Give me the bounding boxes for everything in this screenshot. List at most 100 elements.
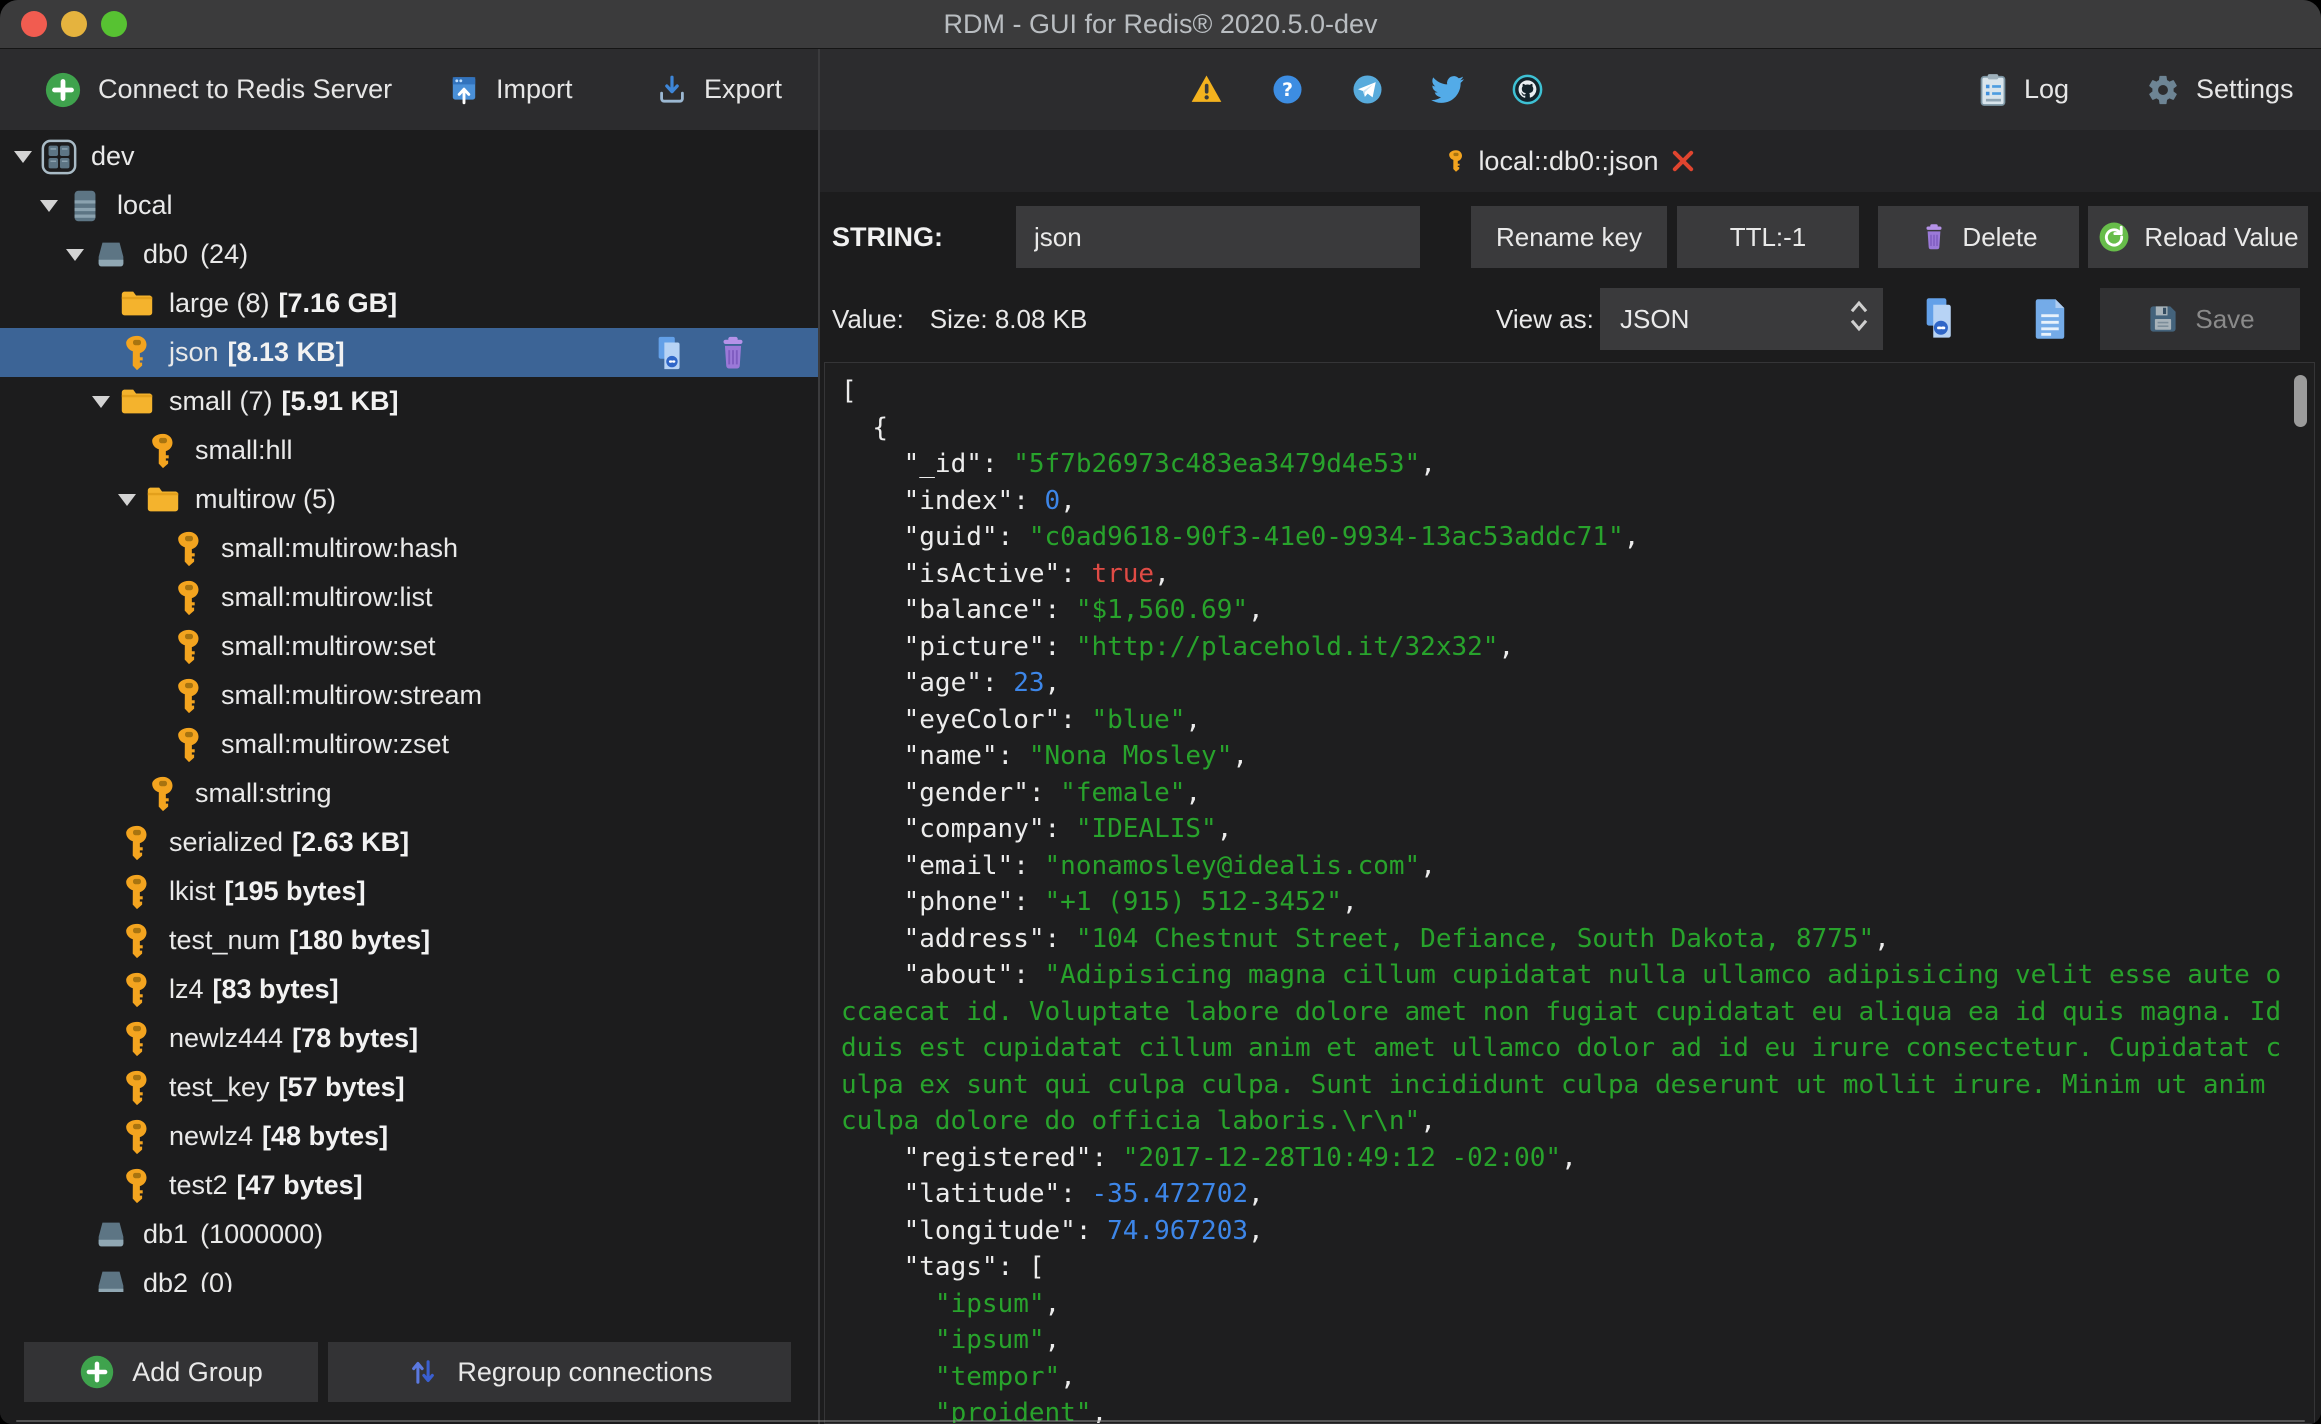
export-button[interactable]: Export	[656, 49, 782, 130]
connect-to-redis-server-button[interactable]: Connect to Redis Server	[44, 49, 392, 130]
tree-size: [47 bytes]	[236, 1170, 363, 1200]
tree-row-small-7-[interactable]: small (7) [5.91 KB]	[0, 377, 818, 426]
tree-row-small-string[interactable]: small:string	[0, 769, 818, 818]
json-line: "isActive": true,	[841, 558, 1170, 589]
save-button[interactable]: Save	[2100, 288, 2300, 350]
tree-label: db2	[143, 1268, 189, 1292]
twitter-icon[interactable]	[1431, 73, 1464, 106]
tree-row-json[interactable]: json [8.13 KB]	[0, 328, 818, 377]
reload-value-button[interactable]: Reload Value	[2088, 206, 2308, 268]
log-button[interactable]: Log	[1978, 49, 2069, 130]
add-group-button[interactable]: Add Group	[24, 1342, 318, 1402]
size-label: Size: 8.08 KB	[929, 303, 1088, 334]
scrollbar-thumb[interactable]	[2294, 375, 2307, 427]
zoom-window-button[interactable]	[101, 11, 127, 37]
delete-key-button[interactable]: Delete	[1878, 206, 2079, 268]
regroup-connections-button[interactable]: Regroup connections	[328, 1342, 791, 1402]
database-icon	[92, 1215, 130, 1255]
sidebar: dev local db0 (24) large (8) [7.16 GB] json [8.…	[0, 130, 818, 1424]
tree-row-small-hll[interactable]: small:hll	[0, 426, 818, 475]
tree-label: newlz444	[169, 1023, 284, 1053]
import-button[interactable]: Import	[448, 49, 573, 130]
tree-row-lz4[interactable]: lz4 [83 bytes]	[0, 965, 818, 1014]
expander-arrow-icon[interactable]	[92, 395, 118, 408]
help-icon[interactable]: ?	[1271, 73, 1304, 106]
tree-row-test-num[interactable]: test_num [180 bytes]	[0, 916, 818, 965]
warning-icon[interactable]	[1190, 73, 1223, 106]
expander-arrow-icon[interactable]	[40, 199, 66, 212]
tree-row-test2[interactable]: test2 [47 bytes]	[0, 1161, 818, 1210]
json-line: "guid": "c0ad9618-90f3-41e0-9934-13ac53a…	[841, 522, 1640, 552]
minimize-window-button[interactable]	[61, 11, 87, 37]
copy-key-icon[interactable]	[652, 334, 690, 372]
tree-row-db1[interactable]: db1 (1000000)	[0, 1210, 818, 1259]
title-bar: RDM - GUI for Redis® 2020.5.0-dev	[0, 0, 2321, 49]
tree-label: newlz4	[169, 1121, 254, 1151]
tree-row-local[interactable]: local	[0, 181, 818, 230]
tree-row-newlz444[interactable]: newlz444 [78 bytes]	[0, 1014, 818, 1063]
view-as-select[interactable]: JSON	[1600, 288, 1883, 350]
sort-arrows-icon	[406, 1355, 440, 1389]
key-icon	[118, 921, 156, 961]
view-as-value: JSON	[1620, 303, 1690, 334]
tree-label: db0	[143, 239, 189, 269]
expander-arrow-icon[interactable]	[14, 150, 40, 163]
tree-row-db0[interactable]: db0 (24)	[0, 230, 818, 279]
tree-row-dev[interactable]: dev	[0, 132, 818, 181]
open-value-in-editor-icon[interactable]	[1920, 296, 1964, 342]
key-name-input[interactable]	[1016, 206, 1420, 268]
svg-text:?: ?	[1282, 79, 1293, 101]
tree-count: (1000000)	[200, 1219, 324, 1249]
json-line: "company": "IDEALIS",	[841, 814, 1233, 844]
ttl-button[interactable]: TTL:-1	[1677, 206, 1859, 268]
tree-size: [8.13 KB]	[227, 337, 345, 367]
tree-row-large-8-[interactable]: large (8) [7.16 GB]	[0, 279, 818, 328]
json-line: "picture": "http://placehold.it/32x32",	[841, 631, 1515, 662]
trash-icon[interactable]	[714, 334, 752, 372]
tree-label: serialized	[169, 827, 284, 857]
github-icon[interactable]	[1511, 73, 1544, 106]
folder-icon	[144, 480, 182, 520]
json-line: "tags": [	[841, 1252, 1045, 1282]
json-line: "longitude": 74.967203,	[841, 1215, 1264, 1246]
json-content: [ { "_id": "5f7b26973c483ea3479d4e53", "…	[825, 363, 2314, 1423]
tree-label: large (8)	[169, 288, 270, 318]
tree-row-small-multirow-list[interactable]: small:multirow:list	[0, 573, 818, 622]
tree-row-small-multirow-zset[interactable]: small:multirow:zset	[0, 720, 818, 769]
reload-value-label: Reload Value	[2144, 221, 2299, 252]
tree-row-newlz4[interactable]: newlz4 [48 bytes]	[0, 1112, 818, 1161]
settings-button[interactable]: Settings	[2146, 49, 2294, 130]
tree-row-multirow-5-[interactable]: multirow (5)	[0, 475, 818, 524]
close-window-button[interactable]	[21, 11, 47, 37]
reload-icon	[2097, 220, 2131, 254]
document-text-icon[interactable]	[2028, 296, 2072, 342]
tree-row-small-multirow-stream[interactable]: small:multirow:stream	[0, 671, 818, 720]
tree-row-lkist[interactable]: lkist [195 bytes]	[0, 867, 818, 916]
value-editor-panel: local::db0::json STRING: Rename key TTL:…	[820, 130, 2321, 1424]
telegram-icon[interactable]	[1351, 73, 1384, 106]
tree-row-small-multirow-hash[interactable]: small:multirow:hash	[0, 524, 818, 573]
tree-row-serialized[interactable]: serialized [2.63 KB]	[0, 818, 818, 867]
tree-label: test2	[169, 1170, 228, 1200]
json-line: "about": "Adipisicing magna cillum cupid…	[841, 960, 2297, 1136]
tree-label: small:multirow:set	[221, 631, 436, 661]
key-icon	[170, 578, 208, 618]
tree-label: multirow (5)	[195, 484, 337, 514]
tree-row-test-key[interactable]: test_key [57 bytes]	[0, 1063, 818, 1112]
tree-row-small-multirow-set[interactable]: small:multirow:set	[0, 622, 818, 671]
key-icon	[118, 1117, 156, 1157]
rename-key-button[interactable]: Rename key	[1471, 206, 1667, 268]
expander-arrow-icon[interactable]	[118, 493, 144, 506]
tree-size: [5.91 KB]	[281, 386, 399, 416]
server-icon	[66, 186, 104, 226]
value-viewer[interactable]: [ { "_id": "5f7b26973c483ea3479d4e53", "…	[824, 362, 2315, 1424]
ttl-label: TTL:-1	[1729, 221, 1807, 252]
database-icon	[92, 235, 130, 275]
tab-local-db0-json[interactable]: local::db0::json	[1444, 146, 1696, 177]
value-size-row: Value: Size: 8.08 KB	[832, 288, 1087, 350]
close-tab-icon[interactable]	[1669, 147, 1697, 175]
add-group-label: Add Group	[132, 1356, 263, 1387]
tree-row-db2[interactable]: db2 (0)	[0, 1259, 818, 1292]
row-actions	[652, 334, 752, 372]
expander-arrow-icon[interactable]	[66, 248, 92, 261]
